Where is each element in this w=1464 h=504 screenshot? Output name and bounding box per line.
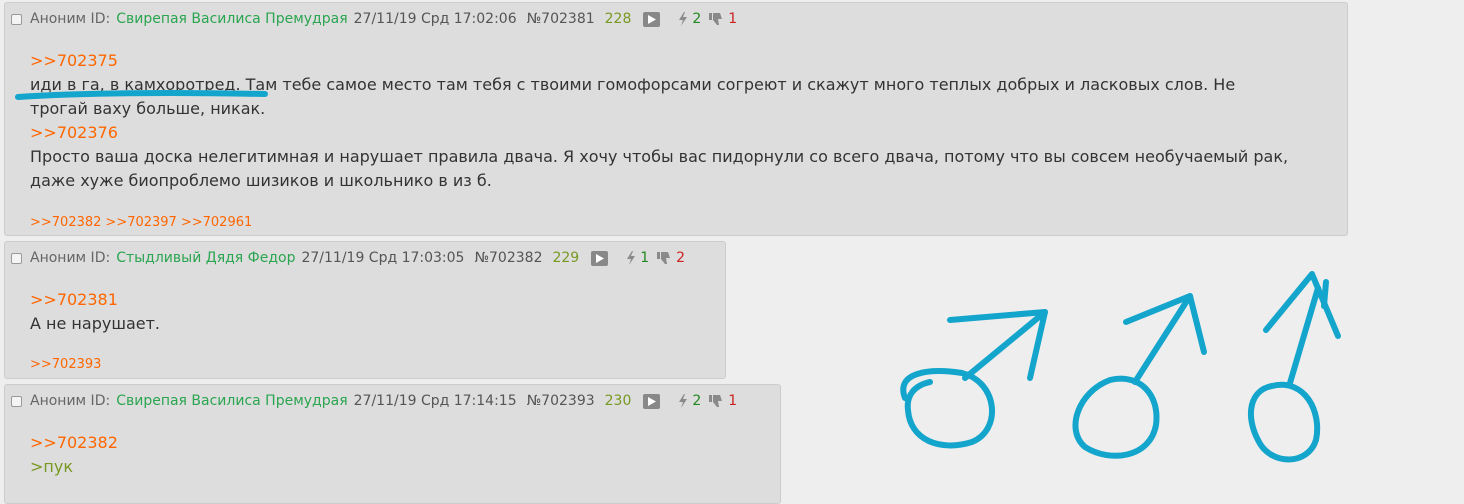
reply-ref-link[interactable]: >>702382: [30, 215, 101, 230]
play-icon[interactable]: [643, 11, 661, 27]
post-checkbox[interactable]: [11, 395, 22, 407]
post-702382: Аноним ID: Стыдливый Дядя Федор 27/11/19…: [4, 241, 726, 379]
post-date: 27/11/19 Срд 17:03:05: [301, 250, 465, 266]
poster-id: Стыдливый Дядя Федор: [116, 250, 296, 266]
play-icon[interactable]: [643, 393, 661, 409]
male-symbol-2: [1072, 293, 1207, 459]
thumbs-down-icon: [709, 12, 723, 25]
like-count: 2: [692, 11, 702, 27]
post-date: 27/11/19 Срд 17:02:06: [353, 11, 517, 27]
dislike-button[interactable]: 1: [709, 11, 737, 27]
dislike-count: 1: [728, 393, 738, 409]
male-symbol-3: [1247, 271, 1341, 463]
lightning-icon: [627, 251, 636, 265]
post-header: Аноним ID: Стыдливый Дядя Федор 27/11/19…: [11, 250, 685, 266]
reply-ref-link[interactable]: >>702393: [30, 357, 101, 372]
reply-link[interactable]: >>702375: [30, 49, 1288, 73]
message-line: даже хуже биопроблемо шизиков и школьник…: [30, 171, 492, 190]
greentext-line: >пук: [30, 457, 73, 476]
poster-id: Свирепая Василиса Премудрая: [116, 11, 348, 27]
post-checkbox[interactable]: [11, 13, 22, 25]
post-message: >>702381 А не нарушает.: [30, 288, 160, 336]
post-message: >>702382 >пук: [30, 431, 118, 479]
reply-link[interactable]: >>702382: [30, 431, 118, 455]
reply-ref-link[interactable]: >>702961: [181, 215, 252, 230]
post-replies: >>702382 >>702397 >>702961: [30, 215, 256, 230]
like-count: 1: [640, 250, 650, 266]
dislike-count: 2: [676, 250, 686, 266]
reply-link[interactable]: >>702376: [30, 121, 1288, 145]
like-button[interactable]: 2: [678, 11, 701, 27]
message-line: трогай ваху больше, никак.: [30, 99, 266, 118]
post-number-link[interactable]: №702382: [474, 250, 542, 266]
dislike-button[interactable]: 2: [657, 250, 685, 266]
thumbs-down-icon: [709, 394, 723, 407]
post-number-link[interactable]: №702393: [527, 393, 595, 409]
male-symbol-1: [900, 309, 1048, 449]
play-icon[interactable]: [591, 250, 609, 266]
post-date: 27/11/19 Срд 17:14:15: [353, 393, 517, 409]
poster-id: Свирепая Василиса Премудрая: [116, 393, 348, 409]
like-button[interactable]: 1: [626, 250, 649, 266]
post-header: Аноним ID: Свирепая Василиса Премудрая 2…: [11, 11, 737, 27]
poster-name: Аноним ID:: [30, 393, 111, 409]
post-replies: >>702393: [30, 357, 105, 372]
lightning-icon: [679, 394, 688, 408]
reply-ref-link[interactable]: >>702397: [105, 215, 176, 230]
message-line: иди в га, в камхоротред. Там тебе самое …: [30, 75, 1236, 94]
post-message: >>702375 иди в га, в камхоротред. Там те…: [30, 49, 1288, 193]
post-number-link[interactable]: №702381: [527, 11, 595, 27]
like-button[interactable]: 2: [678, 393, 701, 409]
dislike-count: 1: [728, 11, 738, 27]
poster-name: Аноним ID:: [30, 250, 111, 266]
lightning-icon: [679, 12, 688, 26]
post-header: Аноним ID: Свирепая Василиса Премудрая 2…: [11, 393, 737, 409]
post-counter: 229: [552, 250, 580, 266]
post-702393: Аноним ID: Свирепая Василиса Премудрая 2…: [4, 384, 781, 504]
post-counter: 230: [604, 393, 632, 409]
message-line: А не нарушает.: [30, 314, 161, 333]
poster-name: Аноним ID:: [30, 11, 111, 27]
post-702381: Аноним ID: Свирепая Василиса Премудрая 2…: [4, 2, 1348, 236]
message-line: Просто ваша доска нелегитимная и нарушае…: [30, 147, 1289, 166]
reply-link[interactable]: >>702381: [30, 288, 160, 312]
dislike-button[interactable]: 1: [709, 393, 737, 409]
post-counter: 228: [604, 11, 632, 27]
like-count: 2: [692, 393, 702, 409]
thumbs-down-icon: [657, 251, 671, 264]
post-checkbox[interactable]: [11, 252, 22, 264]
